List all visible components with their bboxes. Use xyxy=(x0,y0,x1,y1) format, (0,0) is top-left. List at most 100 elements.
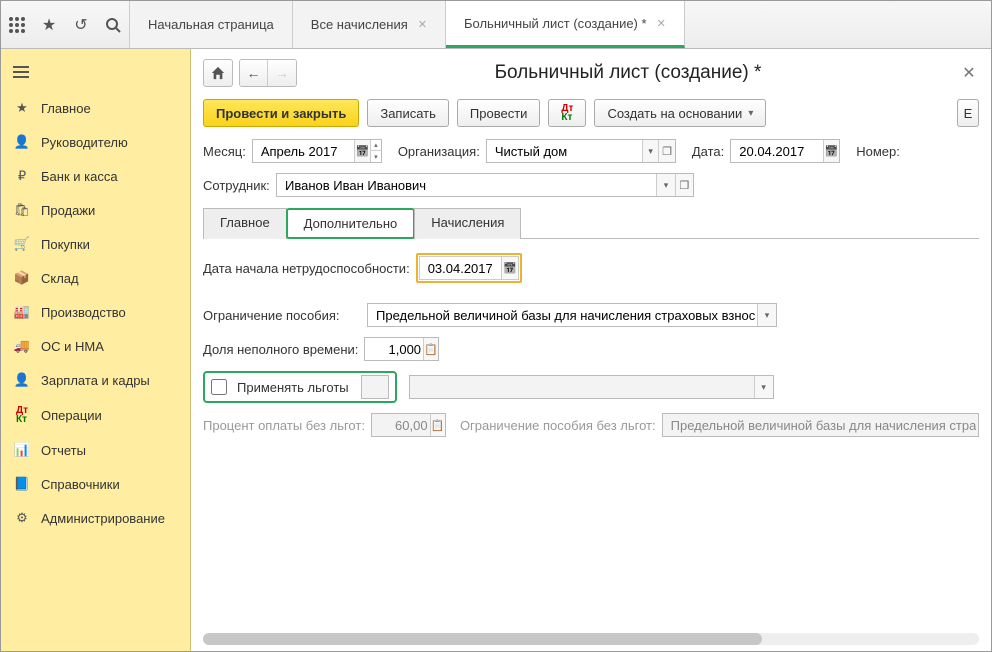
employee-input[interactable] xyxy=(276,173,694,197)
calc-icon[interactable]: 📋 xyxy=(423,338,438,360)
subtabs: Главное Дополнительно Начисления xyxy=(203,207,979,239)
number-label: Номер: xyxy=(856,144,900,159)
search-icon[interactable] xyxy=(103,15,123,35)
limit-label: Ограничение пособия: xyxy=(203,308,361,323)
nav-arrows: ← → xyxy=(239,59,297,87)
sidebar-item-manager[interactable]: 👤Руководителю xyxy=(1,125,190,159)
sidebar-item-label: Администрирование xyxy=(41,511,165,526)
sidebar-item-label: Склад xyxy=(41,271,79,286)
bag-icon: 🛍 xyxy=(13,202,31,218)
tab-home[interactable]: Начальная страница xyxy=(130,1,293,48)
sidebar-item-production[interactable]: 🏭Производство xyxy=(1,295,190,329)
sidebar-item-operations[interactable]: ДтКтОперации xyxy=(1,397,190,433)
sidebar-item-label: Отчеты xyxy=(41,443,86,458)
horizontal-scrollbar[interactable] xyxy=(203,633,979,645)
tab-label: Все начисления xyxy=(311,17,408,32)
save-button[interactable]: Записать xyxy=(367,99,449,127)
sidebar-item-label: Главное xyxy=(41,101,91,116)
scrollbar-thumb[interactable] xyxy=(203,633,762,645)
sidebar-item-label: Продажи xyxy=(41,203,95,218)
sidebar-item-stock[interactable]: 📦 Склад xyxy=(1,261,190,295)
date-field[interactable] xyxy=(737,143,822,160)
more-button[interactable]: Е xyxy=(957,99,979,127)
dropdown-icon[interactable] xyxy=(642,140,658,162)
toolbar-iconrow: ★ ↺ xyxy=(1,1,130,48)
sidebar-item-admin[interactable]: ⚙ Администрирование xyxy=(1,501,190,535)
benefits-label: Применять льготы xyxy=(237,380,349,395)
dtkt-button[interactable]: ДтКт xyxy=(548,99,586,127)
benefits-slot xyxy=(361,375,389,399)
apps-grid-icon[interactable] xyxy=(7,15,27,35)
tab-label: Больничный лист (создание) * xyxy=(464,16,647,31)
sidebar-item-reports[interactable]: 📊Отчеты xyxy=(1,433,190,467)
employee-field[interactable] xyxy=(283,177,656,194)
nav-back-button[interactable]: ← xyxy=(240,60,268,86)
history-icon[interactable]: ↺ xyxy=(71,15,91,35)
post-and-close-button[interactable]: Провести и закрыть xyxy=(203,99,359,127)
sidebar-item-label: ОС и НМА xyxy=(41,339,104,354)
close-button[interactable]: ✕ xyxy=(959,63,979,83)
gear-icon: ⚙ xyxy=(13,510,31,526)
sidebar-item-label: Производство xyxy=(41,305,126,320)
month-field[interactable] xyxy=(259,143,354,160)
percent-field xyxy=(378,417,430,434)
person-icon: 👤 xyxy=(13,134,31,150)
highlight-green: Применять льготы xyxy=(203,371,397,403)
percent-label: Процент оплаты без льгот: xyxy=(203,418,365,433)
tab-sickleave[interactable]: Больничный лист (создание) * ✕ xyxy=(446,1,685,48)
limit-nobenefit-input xyxy=(662,413,979,437)
highlight-orange xyxy=(416,253,522,283)
star-icon[interactable]: ★ xyxy=(39,15,59,35)
benefit-value-input xyxy=(409,375,774,399)
dropdown-icon[interactable] xyxy=(656,174,674,196)
tabs-bar: Начальная страница Все начисления ✕ Боль… xyxy=(130,1,685,48)
nav-forward-button[interactable]: → xyxy=(268,60,296,86)
parttime-input[interactable]: 📋 xyxy=(364,337,439,361)
nav-home-button[interactable] xyxy=(203,59,233,87)
sidebar-item-os-nma[interactable]: 🚚ОС и НМА xyxy=(1,329,190,363)
org-input[interactable] xyxy=(486,139,676,163)
sidebar-item-bank[interactable]: ₽Банк и касса xyxy=(1,159,190,193)
limit-nobenefit-field xyxy=(669,417,978,434)
tab-label: Начальная страница xyxy=(148,17,274,32)
employee-label: Сотрудник: xyxy=(203,178,270,193)
sidebar-item-sales[interactable]: 🛍 Продажи xyxy=(1,193,190,227)
sidebar-item-purchases[interactable]: 🛒Покупки xyxy=(1,227,190,261)
open-ext-icon[interactable] xyxy=(658,140,674,162)
month-input[interactable]: ▴▾ xyxy=(252,139,382,163)
sidebar-item-catalogs[interactable]: 📘Справочники xyxy=(1,467,190,501)
calendar-icon[interactable] xyxy=(354,140,370,162)
calendar-icon[interactable] xyxy=(823,140,840,162)
box-icon: 📦 xyxy=(13,270,31,286)
limit-field[interactable] xyxy=(374,307,757,324)
benefits-checkbox[interactable] xyxy=(211,379,227,395)
post-button[interactable]: Провести xyxy=(457,99,541,127)
org-field[interactable] xyxy=(493,143,642,160)
subtab-main[interactable]: Главное xyxy=(203,208,287,239)
disablement-start-field[interactable] xyxy=(426,260,502,277)
sidebar-item-label: Справочники xyxy=(41,477,120,492)
subtab-accruals[interactable]: Начисления xyxy=(414,208,521,239)
sidebar-toggle[interactable] xyxy=(1,53,190,91)
disablement-start-label: Дата начала нетрудоспособности: xyxy=(203,261,410,276)
calendar-icon[interactable] xyxy=(501,257,517,279)
benefit-value-field xyxy=(416,379,754,396)
date-input[interactable] xyxy=(730,139,840,163)
tab-accruals[interactable]: Все начисления ✕ xyxy=(293,1,446,48)
tab-close-icon[interactable]: ✕ xyxy=(657,17,666,30)
calc-icon: 📋 xyxy=(430,414,445,436)
open-ext-icon[interactable] xyxy=(675,174,693,196)
sidebar-item-payroll[interactable]: 👤Зарплата и кадры xyxy=(1,363,190,397)
sidebar-item-main[interactable]: ★ Главное xyxy=(1,91,190,125)
subtab-extra[interactable]: Дополнительно xyxy=(286,208,416,239)
month-spinner[interactable]: ▴▾ xyxy=(370,140,381,162)
sidebar-item-label: Зарплата и кадры xyxy=(41,373,150,388)
star-icon: ★ xyxy=(13,100,31,116)
disablement-start-input[interactable] xyxy=(419,256,519,280)
tab-close-icon[interactable]: ✕ xyxy=(418,18,427,31)
sidebar-item-label: Банк и касса xyxy=(41,169,118,184)
create-based-on-button[interactable]: Создать на основании xyxy=(594,99,766,127)
dropdown-icon[interactable] xyxy=(757,304,776,326)
parttime-field[interactable] xyxy=(371,341,423,358)
limit-input[interactable] xyxy=(367,303,777,327)
